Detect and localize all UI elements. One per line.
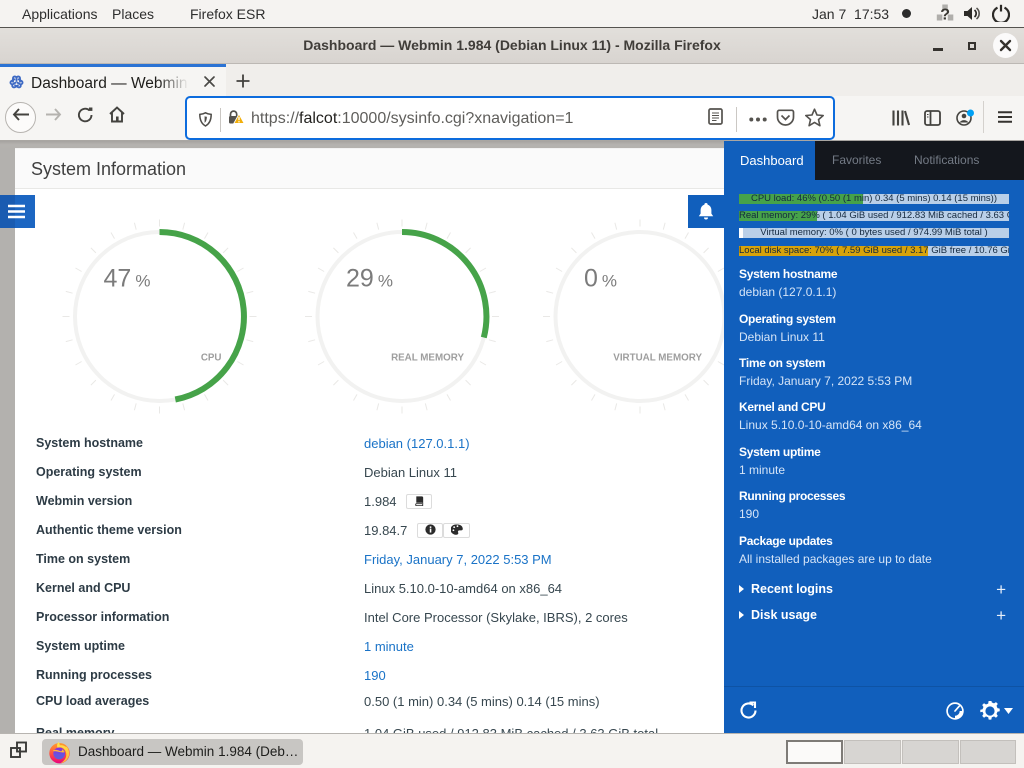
svg-text:47%: 47% [104,265,151,293]
svg-text:?: ? [940,7,950,24]
svg-text:REAL MEMORY: REAL MEMORY [391,353,464,364]
svg-text:0%: 0% [584,265,617,293]
svg-text:29%: 29% [346,265,393,293]
svg-text:VIRTUAL MEMORY: VIRTUAL MEMORY [613,353,702,364]
svg-text:CPU: CPU [201,353,222,364]
